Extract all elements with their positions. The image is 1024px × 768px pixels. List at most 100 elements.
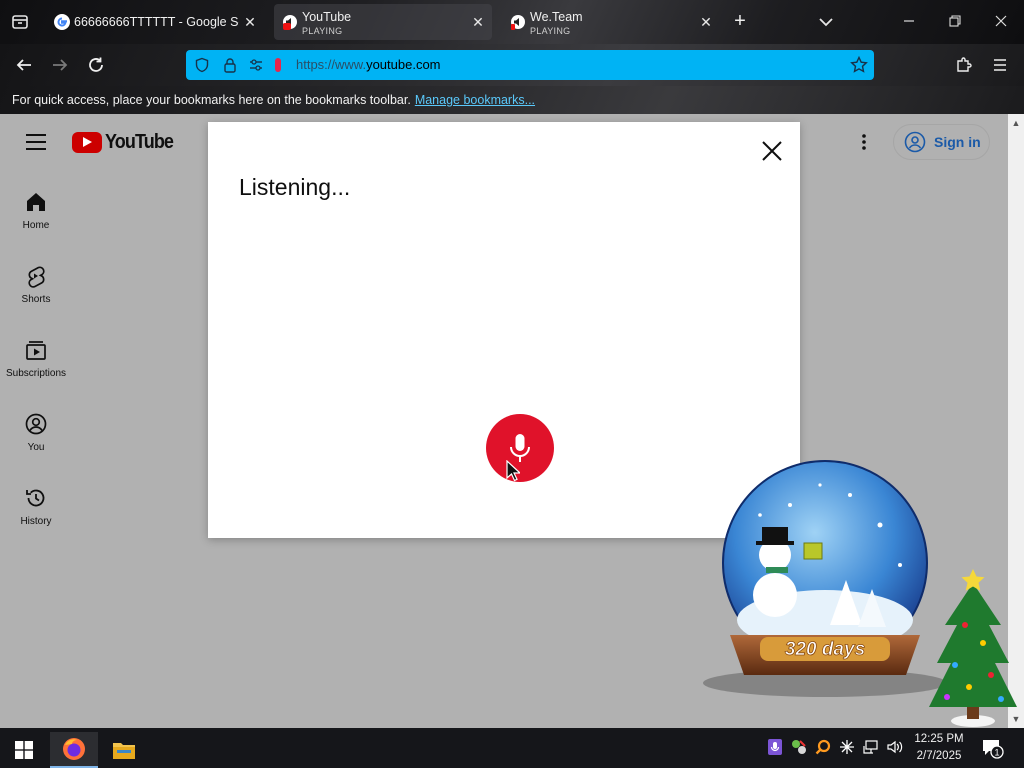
restore-icon bbox=[949, 15, 961, 27]
clock-time: 12:25 PM bbox=[914, 733, 964, 745]
tab-playing-label: PLAYING bbox=[302, 26, 343, 36]
shield-icon[interactable] bbox=[194, 57, 210, 73]
tray-app-icon[interactable] bbox=[790, 738, 808, 756]
bookmarks-toolbar: For quick access, place your bookmarks h… bbox=[0, 86, 1024, 114]
close-tab-icon[interactable]: ✕ bbox=[698, 14, 714, 30]
url-text[interactable]: https://www.youtube.com bbox=[296, 57, 441, 72]
mouse-cursor-icon bbox=[506, 460, 520, 482]
snowglobe-label: 320 days bbox=[785, 639, 865, 660]
tab-title: We.Team bbox=[530, 10, 583, 24]
taskbar: 12:25 PM 2/7/2025 1 bbox=[0, 728, 1024, 768]
close-icon bbox=[995, 15, 1007, 27]
arrow-right-icon bbox=[53, 59, 68, 71]
back-button[interactable] bbox=[11, 52, 37, 78]
tab-strip: 66666666TTTTTT - Google Sear ✕ YouTube P… bbox=[0, 0, 1024, 44]
user-avatar-icon bbox=[904, 131, 926, 153]
notification-icon: 1 bbox=[983, 740, 1004, 759]
sidebar-item-history[interactable]: History bbox=[0, 486, 72, 527]
reload-icon bbox=[89, 57, 103, 72]
tab-weteam[interactable]: We.Team PLAYING ✕ bbox=[502, 4, 720, 40]
sidebar-item-label: You bbox=[27, 442, 45, 453]
tab-list-icon bbox=[12, 15, 28, 29]
hamburger-menu-icon bbox=[994, 59, 1006, 71]
christmas-tree-decoration bbox=[929, 569, 1017, 727]
close-tab-icon[interactable]: ✕ bbox=[470, 14, 486, 30]
close-icon[interactable] bbox=[760, 139, 784, 163]
history-icon bbox=[26, 489, 45, 507]
sidebar-item-label: Shorts bbox=[21, 294, 51, 305]
taskbar-file-explorer[interactable] bbox=[100, 732, 148, 768]
home-icon bbox=[27, 193, 45, 211]
bookmark-star-icon[interactable] bbox=[850, 56, 868, 74]
sign-in-label: Sign in bbox=[934, 134, 981, 150]
reload-button[interactable] bbox=[83, 52, 109, 78]
youtube-logo-text: YouTube bbox=[105, 130, 174, 153]
tray-microphone-icon[interactable] bbox=[766, 738, 784, 756]
manage-bookmarks-link[interactable]: Manage bookmarks... bbox=[415, 93, 535, 107]
google-icon bbox=[54, 14, 70, 30]
bookmarks-hint-text: For quick access, place your bookmarks h… bbox=[12, 93, 411, 107]
minimize-icon bbox=[904, 20, 914, 22]
restore-button[interactable] bbox=[941, 8, 969, 36]
tray-snowflake-icon[interactable] bbox=[838, 738, 856, 756]
sidebar-item-you[interactable]: You bbox=[0, 412, 72, 453]
sidebar-item-label: Subscriptions bbox=[5, 368, 67, 379]
microphone-in-use-icon[interactable] bbox=[270, 57, 286, 73]
minimize-button[interactable] bbox=[895, 8, 923, 36]
tab-playing-label: PLAYING bbox=[530, 26, 571, 36]
start-button[interactable] bbox=[0, 732, 48, 768]
microphone-button[interactable] bbox=[486, 414, 554, 482]
arrow-left-icon bbox=[16, 59, 31, 71]
tab-title: 66666666TTTTTT - Google Sear bbox=[74, 15, 239, 29]
sidebar-item-home[interactable]: Home bbox=[0, 190, 72, 231]
system-clock[interactable]: 12:25 PM 2/7/2025 bbox=[906, 731, 972, 765]
permissions-icon[interactable] bbox=[248, 57, 264, 73]
sign-in-button[interactable]: Sign in bbox=[893, 124, 990, 160]
speaker-playing-icon bbox=[511, 15, 525, 30]
taskbar-firefox[interactable] bbox=[50, 732, 98, 768]
tab-title: YouTube bbox=[302, 10, 352, 24]
you-icon bbox=[25, 413, 47, 435]
lock-icon[interactable] bbox=[222, 57, 238, 73]
app-menu-button[interactable] bbox=[987, 52, 1013, 78]
sidebar-item-label: Home bbox=[22, 220, 50, 231]
guide-menu-icon[interactable] bbox=[24, 132, 48, 152]
subscriptions-icon bbox=[26, 341, 46, 360]
navigation-toolbar: https://www.youtube.com bbox=[0, 44, 1024, 86]
scroll-up-icon[interactable]: ▲ bbox=[1011, 118, 1021, 128]
firefox-icon bbox=[63, 738, 85, 760]
windows-logo-icon bbox=[15, 741, 33, 759]
url-protocol: https://www. bbox=[296, 57, 367, 72]
bookmarks-hint: For quick access, place your bookmarks h… bbox=[12, 93, 535, 107]
list-all-tabs-button[interactable] bbox=[814, 10, 838, 34]
more-options-icon[interactable] bbox=[852, 132, 876, 152]
volume-icon[interactable] bbox=[886, 738, 904, 756]
notification-count: 1 bbox=[994, 748, 999, 758]
youtube-logo[interactable]: YouTube bbox=[72, 130, 181, 154]
tab-list-button[interactable] bbox=[6, 8, 34, 36]
new-tab-button[interactable]: + bbox=[728, 10, 752, 34]
tray-search-icon[interactable] bbox=[814, 738, 832, 756]
url-host: youtube.com bbox=[366, 57, 441, 72]
folder-icon bbox=[113, 743, 135, 759]
close-window-button[interactable] bbox=[987, 8, 1015, 36]
forward-button[interactable] bbox=[47, 52, 73, 78]
chevron-down-icon bbox=[819, 18, 833, 27]
close-tab-icon[interactable]: ✕ bbox=[242, 14, 258, 30]
sidebar-item-subscriptions[interactable]: Subscriptions bbox=[0, 338, 72, 379]
sidebar-item-shorts[interactable]: Shorts bbox=[0, 264, 72, 305]
snowglobe-widget[interactable]: 320 days bbox=[700, 455, 950, 705]
sidebar-item-label: History bbox=[20, 516, 52, 527]
network-icon[interactable] bbox=[862, 738, 880, 756]
tab-google-search[interactable]: 66666666TTTTTT - Google Sear ✕ bbox=[46, 4, 264, 40]
shorts-icon bbox=[28, 266, 45, 288]
action-center-button[interactable]: 1 bbox=[980, 736, 1004, 760]
clock-date: 2/7/2025 bbox=[916, 750, 962, 762]
youtube-play-icon bbox=[72, 131, 102, 153]
listening-status: Listening... bbox=[239, 174, 351, 200]
speaker-playing-icon bbox=[283, 15, 297, 30]
tab-youtube[interactable]: YouTube PLAYING ✕ bbox=[274, 4, 492, 40]
extensions-button[interactable] bbox=[951, 52, 977, 78]
puzzle-icon bbox=[957, 57, 972, 72]
address-bar[interactable]: https://www.youtube.com bbox=[186, 50, 874, 80]
